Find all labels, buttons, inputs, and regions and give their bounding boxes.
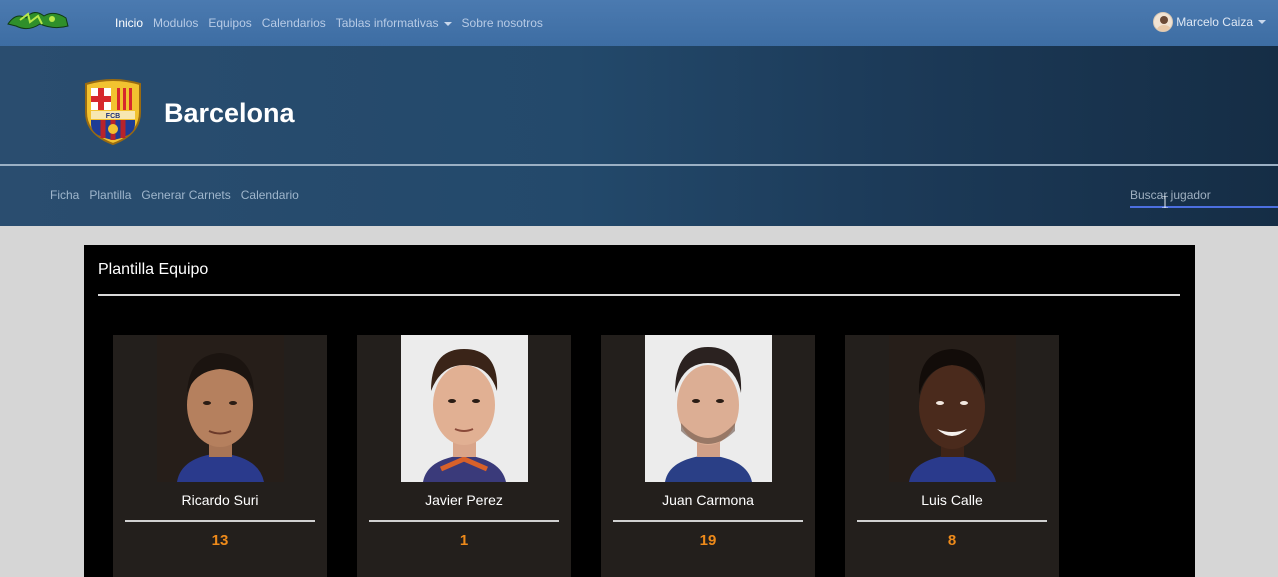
player-number: 8 <box>947 532 957 549</box>
caret-down-icon <box>443 21 452 26</box>
player-number: 13 <box>211 532 229 549</box>
card-divider <box>613 520 803 522</box>
player-name: Ricardo Suri <box>181 492 259 508</box>
player-portrait-icon <box>401 335 528 482</box>
header-divider <box>0 164 1278 166</box>
player-card[interactable]: Luis Calle 8 <box>845 335 1059 577</box>
player-card[interactable]: Ricardo Suri 13 <box>113 335 327 577</box>
player-photo <box>157 335 284 482</box>
search-field <box>1130 184 1278 208</box>
nav-tablas-label: Tablas informativas <box>335 16 439 30</box>
player-name: Luis Calle <box>921 492 983 508</box>
user-menu[interactable]: Marcelo Caiza <box>1153 12 1266 32</box>
roster-panel: Plantilla Equipo Ricardo Suri 13 Javier … <box>84 245 1195 577</box>
card-divider <box>857 520 1047 522</box>
text-cursor-icon <box>1162 196 1168 208</box>
player-number: 1 <box>459 532 469 549</box>
crest-letters: FCB <box>106 113 120 120</box>
user-name: Marcelo Caiza <box>1176 15 1253 29</box>
team-subnav: Ficha Plantilla Generar Carnets Calendar… <box>50 188 309 202</box>
player-photo <box>401 335 528 482</box>
nav-inicio[interactable]: Inicio <box>115 16 143 30</box>
player-cards: Ricardo Suri 13 Javier Perez 1 Juan Carm… <box>113 335 1089 577</box>
player-name: Javier Perez <box>425 492 503 508</box>
nav-tablas-dropdown[interactable]: Tablas informativas <box>336 16 452 30</box>
avatar <box>1153 12 1174 32</box>
card-divider <box>369 520 559 522</box>
player-photo <box>645 335 772 482</box>
tab-ficha[interactable]: Ficha <box>50 188 79 202</box>
nav-modulos[interactable]: Modulos <box>153 16 198 30</box>
card-divider <box>125 520 315 522</box>
top-navbar: Inicio Modulos Equipos Calendarios Tabla… <box>0 0 1278 46</box>
team-crest-icon: FCB <box>85 79 141 146</box>
panel-title: Plantilla Equipo <box>98 261 209 278</box>
player-number: 19 <box>699 532 717 549</box>
tab-calendario[interactable]: Calendario <box>241 188 299 202</box>
player-portrait-icon <box>889 335 1016 482</box>
team-name: Barcelona <box>164 98 295 128</box>
tab-plantilla[interactable]: Plantilla <box>89 188 131 202</box>
search-input[interactable] <box>1130 184 1278 206</box>
main-nav: Inicio Modulos Equipos Calendarios Tabla… <box>115 0 553 46</box>
player-portrait-icon <box>157 335 284 482</box>
nav-sobre-nosotros[interactable]: Sobre nosotros <box>462 16 543 30</box>
player-portrait-icon <box>645 335 772 482</box>
panel-divider <box>98 294 1180 296</box>
brand-logo[interactable] <box>6 4 72 34</box>
caret-down-icon <box>1258 20 1266 24</box>
player-card[interactable]: Juan Carmona 19 <box>601 335 815 577</box>
nav-equipos[interactable]: Equipos <box>208 16 251 30</box>
tab-generar-carnets[interactable]: Generar Carnets <box>141 188 230 202</box>
nav-calendarios[interactable]: Calendarios <box>262 16 326 30</box>
team-header: FCB Barcelona Ficha Plantilla Generar Ca… <box>0 46 1278 226</box>
player-card[interactable]: Javier Perez 1 <box>357 335 571 577</box>
player-name: Juan Carmona <box>662 492 754 508</box>
player-photo <box>889 335 1016 482</box>
